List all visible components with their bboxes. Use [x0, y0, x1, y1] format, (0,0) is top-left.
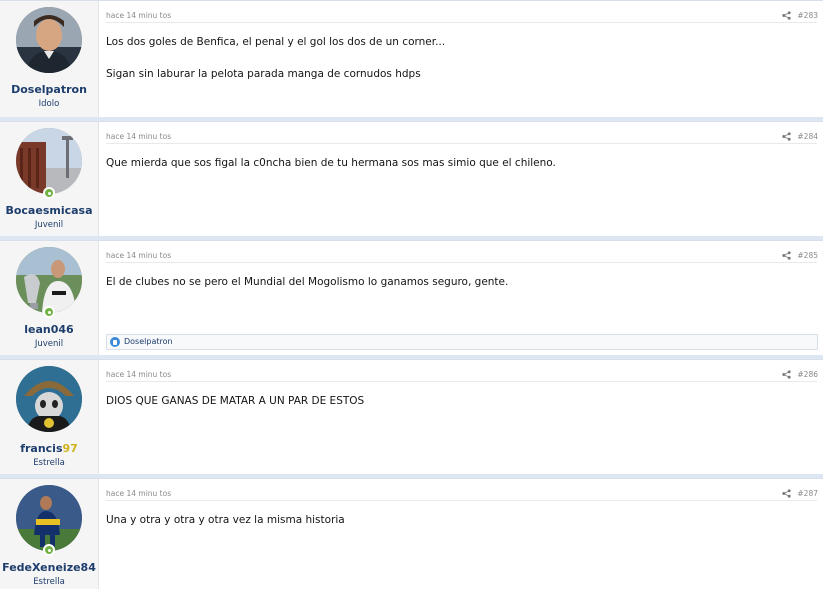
post-time[interactable]: hace 14 minu tos	[106, 370, 171, 379]
post-time[interactable]: hace 14 minu tos	[106, 489, 171, 498]
share-icon[interactable]	[782, 11, 791, 20]
username-part: francis	[20, 442, 63, 455]
divider	[106, 143, 817, 144]
post-time[interactable]: hace 14 minu tos	[106, 11, 171, 20]
user-info: lean046 Juvenil	[0, 241, 99, 355]
post-body: Una y otra y otra y otra vez la misma hi…	[106, 514, 345, 526]
user-info: francis97 Estrella	[0, 360, 99, 474]
post-number[interactable]: #283	[797, 11, 818, 20]
username[interactable]: francis97	[0, 442, 98, 455]
online-indicator	[43, 306, 55, 318]
username[interactable]: Bocaesmicasa	[0, 204, 98, 217]
divider	[106, 262, 817, 263]
username[interactable]: lean046	[0, 323, 98, 336]
reactions-bar[interactable]: Doselpatron	[106, 334, 818, 350]
avatar[interactable]	[16, 247, 82, 313]
post-body: DIOS QUE GANAS DE MATAR A UN PAR DE ESTO…	[106, 395, 365, 407]
message-post: FedeXeneize84 Estrella hace 14 minu tos …	[0, 478, 823, 589]
reaction-user[interactable]: Doselpatron	[124, 337, 173, 346]
post-body: El de clubes no se pero el Mundial del M…	[106, 276, 509, 288]
username-part: 97	[62, 442, 78, 455]
user-info: FedeXeneize84 Estrella	[0, 479, 99, 589]
username[interactable]: FedeXeneize84	[0, 561, 98, 574]
like-icon	[110, 337, 120, 347]
post-body: Que mierda que sos figal la c0ncha bien …	[106, 157, 556, 169]
username[interactable]: Doselpatron	[0, 83, 98, 96]
user-title: Juvenil	[34, 220, 64, 230]
message-post: Bocaesmicasa Juvenil hace 14 minu tos #2…	[0, 121, 823, 240]
avatar[interactable]	[16, 485, 82, 551]
post-number[interactable]: #284	[797, 132, 818, 141]
share-icon[interactable]	[782, 132, 791, 141]
avatar[interactable]	[16, 128, 82, 194]
user-title: Juvenil	[34, 339, 64, 349]
message-post: lean046 Juvenil hace 14 minu tos #285 El…	[0, 240, 823, 359]
message-post: francis97 Estrella hace 14 minu tos #286…	[0, 359, 823, 478]
post-time[interactable]: hace 14 minu tos	[106, 132, 171, 141]
divider	[106, 500, 817, 501]
post-body: Los dos goles de Benfica, el penal y el …	[106, 36, 446, 80]
user-info: Bocaesmicasa Juvenil	[0, 122, 99, 236]
post-number[interactable]: #286	[797, 370, 818, 379]
message-post: Doselpatron Idolo hace 14 minu tos #283 …	[0, 0, 823, 121]
avatar[interactable]	[16, 7, 82, 73]
user-info: Doselpatron Idolo	[0, 1, 99, 117]
post-time[interactable]: hace 14 minu tos	[106, 251, 171, 260]
user-title: Idolo	[38, 99, 60, 109]
user-title: Estrella	[33, 577, 65, 587]
avatar[interactable]	[16, 366, 82, 432]
online-indicator	[43, 187, 55, 199]
online-indicator	[43, 544, 55, 556]
share-icon[interactable]	[782, 370, 791, 379]
share-icon[interactable]	[782, 251, 791, 260]
share-icon[interactable]	[782, 489, 791, 498]
user-title: Estrella	[33, 458, 65, 468]
divider	[106, 22, 817, 23]
post-number[interactable]: #285	[797, 251, 818, 260]
divider	[106, 381, 817, 382]
post-number[interactable]: #287	[797, 489, 818, 498]
